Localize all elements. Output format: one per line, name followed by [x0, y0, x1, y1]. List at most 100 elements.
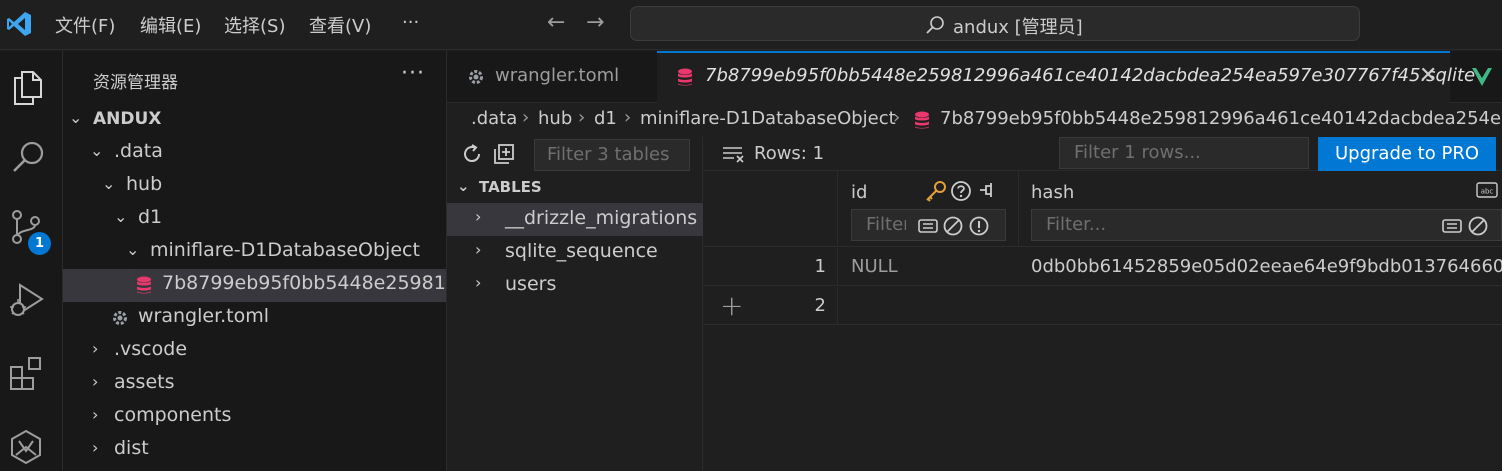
tree-item-label: .data	[114, 140, 163, 162]
chevron-down-icon: ⌄	[114, 207, 128, 226]
menu-selection[interactable]: 选择(S)	[224, 12, 285, 38]
chevron-right-icon: ›	[522, 107, 530, 128]
column-filter-id[interactable]: Filter...	[851, 209, 1006, 241]
rows-icon	[723, 147, 744, 163]
tree-item-label: wrangler.toml	[138, 305, 270, 327]
column-header-id[interactable]: id	[851, 182, 867, 203]
tree-item-assets[interactable]: › assets	[63, 368, 446, 401]
remote-explorer-icon[interactable]	[6, 427, 46, 467]
primary-key-icon	[926, 181, 946, 202]
indent-guide	[131, 269, 132, 302]
tab-label: 7b8799eb95f0bb5448e259812996a461ce40142d…	[705, 65, 1476, 86]
tab-wrangler-toml[interactable]: wrangler.toml	[447, 51, 657, 103]
pin-icon[interactable]	[978, 180, 1000, 202]
add-row-button[interactable]: +	[720, 289, 743, 322]
help-icon[interactable]	[950, 180, 972, 202]
chevron-down-icon: ⌄	[457, 177, 470, 195]
search-text: andux [管理员]	[953, 17, 1083, 38]
breadcrumb-item[interactable]: miniflare-D1DatabaseObject	[640, 108, 896, 129]
tree-item-label: components	[114, 404, 232, 426]
tab-vue-file[interactable]	[1450, 51, 1502, 103]
search-view-icon[interactable]	[9, 137, 49, 177]
text-type-icon[interactable]	[918, 216, 938, 236]
back-button[interactable]: ←	[547, 10, 565, 35]
tree-root-andux[interactable]: ⌄ ANDUX	[63, 104, 446, 137]
forward-button[interactable]: →	[586, 10, 604, 35]
chevron-down-icon: ⌄	[90, 141, 104, 160]
editor-tabs: wrangler.toml 7b8799eb95f0bb5448e2598129…	[447, 51, 1502, 103]
cell-id[interactable]: NULL	[851, 256, 898, 277]
search-icon	[926, 16, 944, 34]
column-header-hash[interactable]: hash	[1031, 182, 1074, 203]
tree-item-miniflare[interactable]: ⌄ miniflare-D1DatabaseObject	[63, 236, 446, 269]
table-item-users[interactable]: › users	[447, 269, 703, 302]
chevron-right-icon: ›	[92, 339, 99, 358]
gear-icon	[469, 70, 483, 84]
activity-bar: 1	[0, 51, 63, 471]
breadcrumb-item[interactable]: d1	[594, 108, 617, 129]
tree-item-label: d1	[138, 206, 163, 228]
column-divider	[837, 287, 838, 325]
filter-tables-input[interactable]: Filter 3 tables	[534, 139, 690, 171]
chevron-right-icon: ›	[475, 207, 482, 226]
tree-item-wrangler-toml[interactable]: wrangler.toml	[63, 302, 446, 335]
chevron-down-icon: ⌄	[102, 174, 116, 193]
refresh-icon[interactable]	[461, 143, 483, 165]
run-debug-icon[interactable]	[6, 279, 46, 319]
breadcrumb-item[interactable]: hub	[538, 108, 572, 129]
menu-more-button[interactable]: ···	[402, 12, 419, 33]
explorer-title: 资源管理器	[93, 73, 178, 93]
menu-file[interactable]: 文件(F)	[55, 12, 115, 38]
chevron-right-icon: ›	[92, 405, 99, 424]
cell-hash[interactable]: 0db0bb61452859e05d02eeae64e9f9bdb0137646…	[1031, 256, 1502, 277]
menu-edit[interactable]: 编辑(E)	[140, 12, 201, 38]
tree-item-components[interactable]: › components	[63, 401, 446, 434]
tree-item-vscode[interactable]: › .vscode	[63, 335, 446, 368]
explorer-sidebar: 资源管理器 ··· ⌄ ANDUX ⌄ .data ⌄ hub ⌄ d1 ⌄ m…	[63, 51, 447, 471]
explorer-more-button[interactable]: ···	[401, 61, 425, 86]
tree-item-label: 7b8799eb95f0bb5448e259812...	[162, 272, 446, 294]
chevron-right-icon: ›	[475, 240, 482, 259]
null-icon[interactable]	[942, 215, 964, 237]
chevron-right-icon: ›	[475, 273, 482, 292]
new-row[interactable]: + 2	[704, 287, 1502, 325]
tree-root-label: ANDUX	[93, 109, 162, 129]
tree-item-label: hub	[126, 173, 163, 195]
not-empty-icon[interactable]	[968, 215, 990, 237]
table-item-drizzle-migrations[interactable]: › __drizzle_migrations	[447, 203, 703, 236]
extensions-icon[interactable]	[7, 353, 47, 393]
command-center-search[interactable]: andux [管理员]	[630, 6, 1360, 41]
close-icon[interactable]: ✕	[1419, 63, 1437, 88]
tree-item-dist[interactable]: › dist	[63, 434, 446, 467]
data-grid-area: Rows: 1 Filter 1 rows... Upgrade to PRO …	[704, 137, 1502, 471]
breadcrumb: .data › hub › d1 › miniflare-D1DatabaseO…	[447, 103, 1502, 137]
chevron-right-icon: ›	[92, 438, 99, 457]
explorer-files-icon[interactable]	[9, 67, 49, 107]
collapse-all-icon[interactable]	[493, 143, 515, 165]
chevron-right-icon: ›	[893, 107, 901, 128]
tree-item-d1[interactable]: ⌄ d1	[63, 203, 446, 236]
breadcrumb-item[interactable]: .data	[471, 108, 517, 129]
title-bar: 文件(F) 编辑(E) 选择(S) 查看(V) ··· ← → andux [管…	[0, 0, 1502, 50]
vscode-logo-icon[interactable]	[6, 10, 32, 38]
tree-item-sqlite-file[interactable]: 7b8799eb95f0bb5448e259812...	[63, 269, 446, 302]
rows-count: Rows: 1	[754, 143, 825, 164]
tables-header-label: TABLES	[479, 178, 542, 196]
menu-view[interactable]: 查看(V)	[309, 12, 371, 38]
breadcrumb-item[interactable]: 7b8799eb95f0bb5448e259812996a461ce40142d…	[940, 108, 1502, 129]
table-item-label: __drizzle_migrations	[505, 207, 698, 229]
null-icon[interactable]	[1467, 215, 1489, 237]
table-item-sqlite-sequence[interactable]: › sqlite_sequence	[447, 236, 703, 269]
text-type-icon[interactable]	[1442, 216, 1462, 236]
database-icon	[137, 276, 151, 294]
tree-item-data[interactable]: ⌄ .data	[63, 137, 446, 170]
table-row[interactable]: 1 NULL 0db0bb61452859e05d02eeae64e9f9bdb…	[704, 248, 1502, 286]
upgrade-pro-button[interactable]: Upgrade to PRO	[1318, 137, 1496, 171]
column-filter-hash[interactable]: Filter...	[1031, 209, 1502, 241]
tree-item-hub[interactable]: ⌄ hub	[63, 170, 446, 203]
tab-sqlite-file[interactable]: 7b8799eb95f0bb5448e259812996a461ce40142d…	[657, 51, 1475, 103]
tables-section-header[interactable]: ⌄ TABLES	[447, 173, 703, 203]
tree-item-label: assets	[114, 371, 175, 393]
chevron-right-icon: ›	[92, 372, 99, 391]
filter-rows-input[interactable]: Filter 1 rows...	[1059, 137, 1309, 169]
